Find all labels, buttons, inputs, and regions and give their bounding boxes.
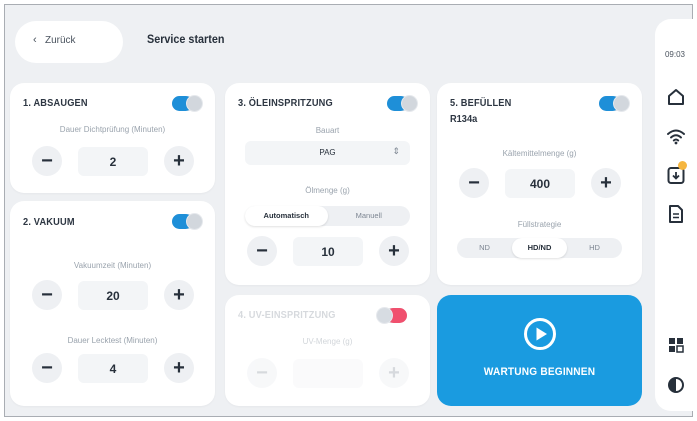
wifi-icon[interactable] <box>665 125 687 147</box>
app-window: ‹ Zurück Service starten 1. ABSAUGEN Dau… <box>4 4 695 417</box>
field-label: Vakuumzeit (Minuten) <box>73 261 152 270</box>
right-sidebar: 09:03 <box>655 19 695 411</box>
card-title: 5. BEFÜLLEN <box>450 97 512 109</box>
grid-icon[interactable] <box>665 334 687 356</box>
card-vakuum: 2. VAKUUM Vakuumzeit (Minuten) − 20 + Da… <box>10 201 215 406</box>
back-button[interactable]: ‹ Zurück <box>15 21 123 63</box>
decrement-button[interactable]: − <box>32 280 62 310</box>
download-icon[interactable] <box>665 161 687 186</box>
card-oeleinspritzung: 3. ÖLEINSPRITZUNG Bauart PAG ⇕ Ölmenge (… <box>225 83 430 285</box>
card-befuellen: 5. BEFÜLLEN R134a Kältemittelmenge (g) −… <box>437 83 642 285</box>
decrement-button[interactable]: − <box>247 358 277 388</box>
clock: 09:03 <box>664 50 686 59</box>
pressure-option-hd[interactable]: HD <box>567 238 622 258</box>
chevron-left-icon: ‹ <box>33 34 37 46</box>
decrement-button[interactable]: − <box>32 353 62 383</box>
oel-toggle[interactable] <box>387 96 417 111</box>
value-field[interactable]: 4 <box>78 354 148 383</box>
field-label: Bauart <box>315 126 340 135</box>
decrement-button[interactable]: − <box>247 236 277 266</box>
pressure-option-nd[interactable]: ND <box>457 238 512 258</box>
increment-button[interactable]: + <box>164 146 194 176</box>
card-title: 4. UV-EINSPRITZUNG <box>238 309 336 321</box>
mode-segmented-control: Automatisch Manuell <box>245 206 410 226</box>
card-title: 1. ABSAUGEN <box>23 97 88 109</box>
page-title: Service starten <box>147 32 225 46</box>
field-label: Dauer Lecktest (Minuten) <box>67 336 158 345</box>
play-icon <box>523 317 557 351</box>
field-label: Ölmenge (g) <box>305 186 350 195</box>
contrast-icon[interactable] <box>665 374 687 396</box>
field-label: Füllstrategie <box>517 220 562 229</box>
home-icon[interactable] <box>665 86 687 108</box>
increment-button[interactable]: + <box>164 353 194 383</box>
befuellen-toggle[interactable] <box>599 96 629 111</box>
oil-type-select[interactable]: PAG ⇕ <box>245 141 410 165</box>
value-field[interactable]: 10 <box>293 237 363 266</box>
select-value: PAG <box>319 148 336 157</box>
card-title: 2. VAKUUM <box>23 216 75 228</box>
card-absaugen: 1. ABSAUGEN Dauer Dichtprüfung (Minuten)… <box>10 83 215 193</box>
card-title: 3. ÖLEINSPRITZUNG <box>238 97 333 109</box>
vakuum-toggle[interactable] <box>172 214 202 229</box>
pressure-option-hdnd[interactable]: HD/ND <box>512 238 567 258</box>
value-field[interactable]: 20 <box>78 281 148 310</box>
increment-button[interactable]: + <box>591 168 621 198</box>
absaugen-toggle[interactable] <box>172 96 202 111</box>
uv-toggle[interactable] <box>377 308 407 323</box>
pressure-segmented-control: ND HD/ND HD <box>457 238 622 258</box>
mode-option-manual[interactable]: Manuell <box>328 206 411 226</box>
start-button-label: WARTUNG BEGINNEN <box>483 366 596 378</box>
back-label: Zurück <box>45 35 76 46</box>
value-field[interactable] <box>293 359 363 388</box>
field-label: Dauer Dichtprüfung (Minuten) <box>59 125 166 134</box>
notification-badge <box>678 161 687 170</box>
increment-button[interactable]: + <box>379 236 409 266</box>
decrement-button[interactable]: − <box>32 146 62 176</box>
value-field[interactable]: 400 <box>505 169 575 198</box>
increment-button[interactable]: + <box>379 358 409 388</box>
mode-option-auto[interactable]: Automatisch <box>245 206 328 226</box>
value-field[interactable]: 2 <box>78 147 148 176</box>
start-service-button[interactable]: WARTUNG BEGINNEN <box>437 295 642 406</box>
field-label: Kältemittelmenge (g) <box>502 149 577 158</box>
card-uv-einspritzung: 4. UV-EINSPRITZUNG UV-Menge (g) − + <box>225 295 430 406</box>
increment-button[interactable]: + <box>164 280 194 310</box>
refrigerant-type: R134a <box>450 113 478 125</box>
chevron-updown-icon: ⇕ <box>392 146 400 156</box>
document-icon[interactable] <box>665 203 687 225</box>
field-label: UV-Menge (g) <box>302 337 353 346</box>
decrement-button[interactable]: − <box>459 168 489 198</box>
